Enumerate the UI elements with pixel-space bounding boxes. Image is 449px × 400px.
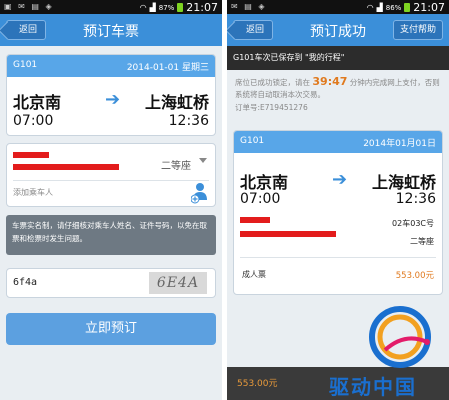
total-price: 553.00元 [237,379,278,389]
booking-screen: ▣ ✉ ▤ ◈ ◠ ▟ 87% 21:07 返回 预订车票 G101 2014-… [0,0,222,400]
book-now-button[interactable]: 立即预订 [6,313,216,345]
redacted-id [13,164,119,170]
realname-notice: 车票实名制，请仔细核对乘车人姓名、证件号码，以免在取票和检票时发生问题。 [6,215,216,255]
countdown-timer: 39:47 [312,75,348,88]
clock: 21:07 [186,1,218,14]
clock: 21:07 [413,1,445,14]
captcha-image[interactable]: 6E4A [149,272,207,294]
add-passenger-label: 添加乘车人 [13,188,53,197]
arrive-time: 12:36 [168,113,209,129]
watermark-logo-icon [369,306,431,368]
ticket-card: G101 2014年01月01日 北京南 ➔ 上海虹桥 07:00 12:36 … [233,130,443,295]
signal-icon: ▟ [376,3,383,12]
title-bar: 返回 预订成功 支付帮助 [227,14,449,46]
depart-time: 07:00 [240,191,281,207]
add-passenger-icon[interactable] [191,182,209,204]
to-station: 上海虹桥 [144,93,209,112]
payment-deadline-message: 席位已成功锁定，请在 39:47 分钟内完成网上支付，否则系统将自动取消本次交易… [235,76,443,101]
arrive-time: 12:36 [395,191,436,207]
arrow-right-icon: ➔ [105,89,121,110]
signal-icon: ▟ [149,3,156,12]
status-bar: ✉ ▤ ◈ ◠ ▟ 86% 21:07 [227,0,449,14]
seat-number: 02车03C号 [392,219,434,228]
order-number: 订单号:E719451276 [235,103,308,112]
saved-to-trips-banner: G101车次已保存到 "我的行程" [227,46,449,70]
divider [240,257,436,258]
redacted-name [13,152,49,158]
redacted-id [240,231,336,237]
payment-help-button[interactable]: 支付帮助 [392,20,443,40]
seat-type: 二等座 [410,237,434,246]
divider [13,180,209,181]
captcha-input[interactable]: 6f4a [13,277,37,288]
ticket-type: 成人票 [242,270,266,279]
wifi-icon: ◠ [139,3,147,12]
battery-icon [404,3,411,12]
notification-icons: ✉ ▤ ◈ [231,2,267,11]
watermark-text: 驱动中国 [329,375,417,399]
from-station: 北京南 [13,93,62,112]
ticket-card-header: G101 2014年01月01日 [234,131,442,153]
page-title: 预订车票 [83,24,139,40]
wifi-icon: ◠ [366,3,374,12]
depart-time: 07:00 [13,113,54,129]
to-station: 上海虹桥 [371,173,436,192]
title-bar: 返回 预订车票 [0,14,222,46]
train-number: G101 [240,136,265,146]
notification-icons: ▣ ✉ ▤ ◈ [4,2,54,11]
train-date: 2014-01-01 星期三 [126,63,209,73]
ticket-price: 553.00元 [395,271,434,281]
dropdown-caret-icon[interactable] [199,158,207,163]
battery-icon [177,3,184,12]
message-part-1: 席位已成功锁定，请在 [235,78,310,87]
passenger-panel: 二等座 添加乘车人 [6,143,216,207]
train-number: G101 [13,60,38,70]
train-card-header: G101 2014-01-01 星期三 [7,55,215,77]
train-date: 2014年01月01日 [363,139,436,149]
train-card: G101 2014-01-01 星期三 北京南 ➔ 上海虹桥 07:00 12:… [6,54,216,136]
battery-percent: 87% [158,3,175,12]
redacted-name [240,217,270,223]
seat-class-select[interactable]: 二等座 [161,157,191,172]
battery-percent: 86% [385,3,402,12]
from-station: 北京南 [240,173,289,192]
success-screen: ✉ ▤ ◈ ◠ ▟ 86% 21:07 返回 预订成功 支付帮助 G101车次已… [227,0,449,400]
captcha-row: 6f4a 6E4A [6,268,216,298]
arrow-right-icon: ➔ [332,169,348,190]
status-bar: ▣ ✉ ▤ ◈ ◠ ▟ 87% 21:07 [0,0,222,14]
